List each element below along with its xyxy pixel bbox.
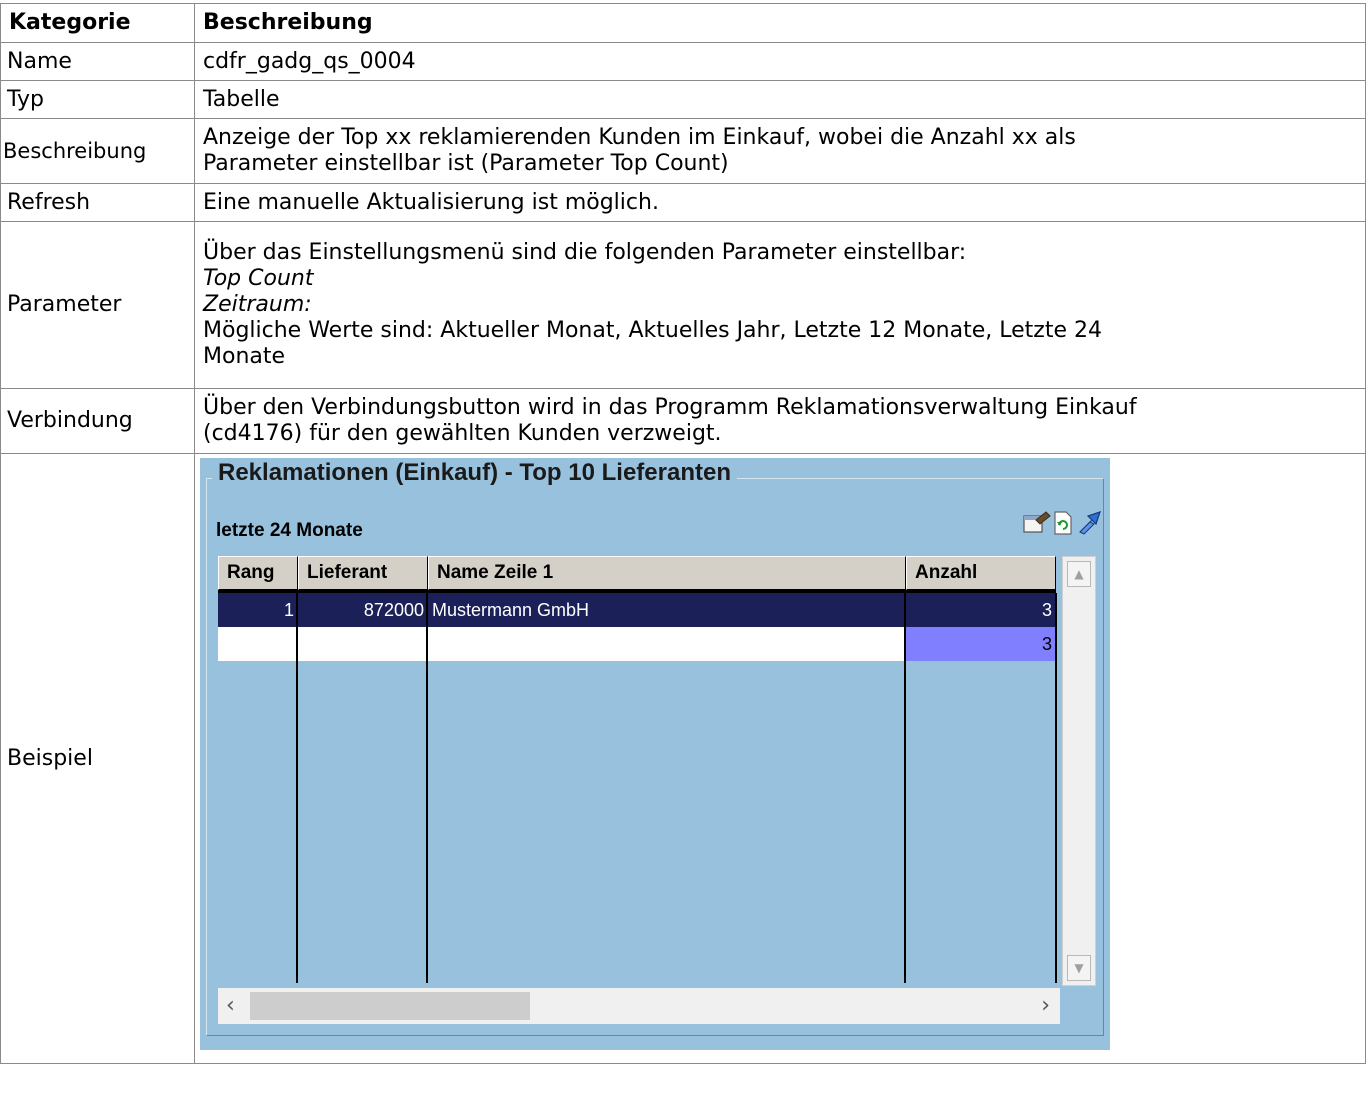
value-beschreibung: Anzeige der Top xx reklamierenden Kunden… [194, 118, 1366, 184]
row-name: Name cdfr_gadg_qs_0004 [0, 42, 1366, 81]
scroll-up-icon[interactable]: ▲ [1067, 561, 1091, 587]
row-refresh: Refresh Eine manuelle Aktualisierung ist… [0, 183, 1366, 222]
widget-grid: Rang Lieferant Name Zeile 1 Anzahl 1 872… [218, 556, 1096, 986]
label-beispiel: Beispiel [0, 453, 195, 1064]
cell-name: Mustermann GmbH [432, 600, 590, 620]
parameter-top-count: Top Count [203, 266, 314, 291]
value-name: cdfr_gadg_qs_0004 [194, 42, 1366, 81]
vertical-scrollbar[interactable]: ▲ ▼ [1062, 556, 1096, 986]
cell-anzahl: 3 [1041, 600, 1052, 620]
refresh-icon[interactable] [1052, 510, 1074, 543]
parameter-line-1: Über das Einstellungsmenü sind die folge… [203, 240, 967, 265]
verbindung-line-2: (cd4176) für den gewählten Kunden verzwe… [203, 421, 722, 446]
header-kategorie: Kategorie [0, 3, 195, 43]
scroll-down-icon[interactable]: ▼ [1067, 955, 1091, 981]
total-row [218, 627, 906, 661]
table-row[interactable]: 1 872000 Mustermann GmbH 3 [218, 593, 1056, 627]
widget-toolbar [1012, 510, 1102, 536]
scroll-right-icon[interactable]: › [1041, 992, 1050, 1020]
cell-lieferant: 872000 [363, 600, 424, 620]
header-beschreibung: Beschreibung [194, 3, 1366, 43]
grid-header: Rang Lieferant Name Zeile 1 Anzahl [218, 556, 1056, 593]
scrollbar-thumb[interactable] [250, 992, 530, 1020]
row-parameter: Parameter Über das Einstellungsmenü sind… [0, 221, 1366, 389]
column-divider [904, 593, 906, 983]
parameter-zeitraum: Zeitraum: [203, 292, 312, 317]
col-header-name[interactable]: Name Zeile 1 [428, 556, 906, 590]
column-divider [426, 593, 428, 983]
total-anzahl: 3 [906, 627, 1056, 661]
component-description-table: Kategorie Beschreibung Name cdfr_gadg_qs… [0, 3, 1366, 1064]
column-divider [1055, 593, 1057, 983]
col-header-rang[interactable]: Rang [218, 556, 298, 590]
beschreibung-line-1: Anzeige der Top xx reklamierenden Kunden… [203, 125, 1076, 150]
parameter-line-4: Mögliche Werte sind: Aktueller Monat, Ak… [203, 318, 1102, 343]
value-verbindung: Über den Verbindungsbutton wird in das P… [194, 388, 1366, 454]
column-divider [296, 593, 298, 983]
label-refresh: Refresh [0, 183, 195, 222]
label-parameter: Parameter [0, 221, 195, 389]
horizontal-scrollbar[interactable]: ‹ › [218, 988, 1060, 1024]
example-widget-screenshot: Reklamationen (Einkauf) - Top 10 Liefera… [200, 458, 1110, 1050]
label-beschreibung: Beschreibung [0, 118, 195, 184]
row-beschreibung: Beschreibung Anzeige der Top xx reklamie… [0, 118, 1366, 184]
scroll-left-icon[interactable]: ‹ [226, 992, 235, 1020]
row-beispiel: Beispiel Reklamationen (Einkauf) - Top 1… [0, 453, 1366, 1064]
cell-rang: 1 [283, 600, 294, 620]
value-parameter: Über das Einstellungsmenü sind die folge… [194, 221, 1366, 389]
link-arrow-icon[interactable] [1076, 510, 1102, 543]
row-verbindung: Verbindung Über den Verbindungsbutton wi… [0, 388, 1366, 454]
col-header-anzahl[interactable]: Anzahl [906, 556, 1056, 590]
value-typ: Tabelle [194, 80, 1366, 119]
beschreibung-line-2: Parameter einstellbar ist (Parameter Top… [203, 151, 729, 176]
header-row: Kategorie Beschreibung [0, 3, 1366, 43]
settings-icon[interactable] [1022, 510, 1052, 543]
label-name: Name [0, 42, 195, 81]
beispiel-cell: Reklamationen (Einkauf) - Top 10 Liefera… [194, 453, 1366, 1064]
widget-title: Reklamationen (Einkauf) - Top 10 Liefera… [212, 458, 737, 488]
verbindung-line-1: Über den Verbindungsbutton wird in das P… [203, 395, 1137, 420]
widget-subtitle: letzte 24 Monate [216, 520, 363, 541]
label-verbindung: Verbindung [0, 388, 195, 454]
col-header-lieferant[interactable]: Lieferant [298, 556, 428, 590]
label-typ: Typ [0, 80, 195, 119]
parameter-line-5: Monate [203, 344, 286, 369]
value-refresh: Eine manuelle Aktualisierung ist möglich… [194, 183, 1366, 222]
row-typ: Typ Tabelle [0, 80, 1366, 119]
